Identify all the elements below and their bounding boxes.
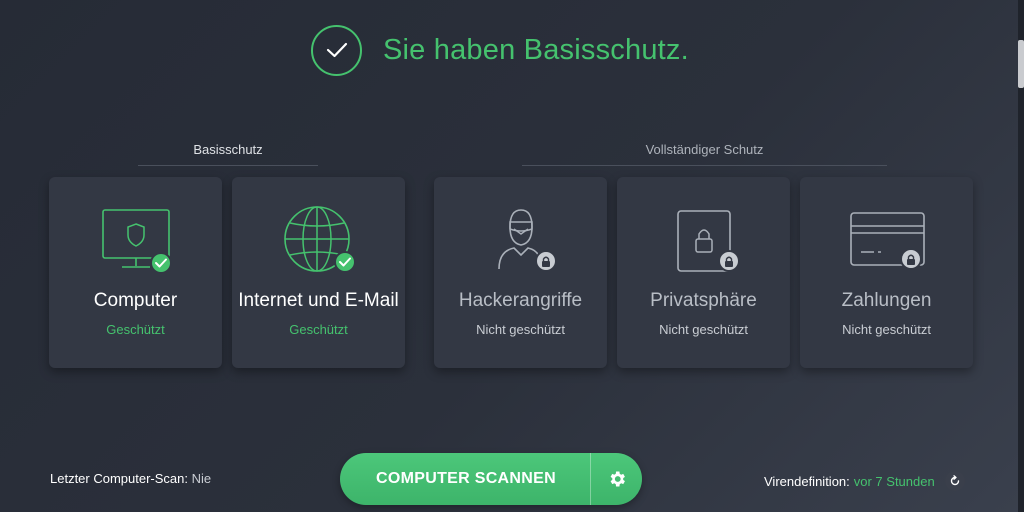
- virus-def-label: Virendefinition:: [764, 473, 850, 489]
- card-title: Hackerangriffe: [458, 290, 583, 311]
- last-scan-info: Letzter Computer-Scan: Nie: [50, 471, 211, 486]
- scrollbar[interactable]: [1018, 0, 1024, 512]
- virus-definition-info: Virendefinition: vor 7 Stunden: [764, 471, 965, 491]
- card-internet-email[interactable]: Internet und E-Mail Geschützt: [232, 177, 405, 368]
- monitor-shield-icon: [49, 205, 222, 275]
- computer-scan-button[interactable]: COMPUTER SCANNEN: [340, 453, 590, 505]
- section-label-basic: Basisschutz: [193, 142, 263, 157]
- section-divider-full: [522, 165, 887, 166]
- card-status: Nicht geschützt: [842, 322, 931, 337]
- section-label-full: Vollständiger Schutz: [645, 142, 764, 157]
- card-status: Geschützt: [289, 322, 348, 337]
- gear-icon: [610, 471, 625, 487]
- credit-card-icon: [800, 205, 973, 275]
- scrollbar-thumb[interactable]: [1018, 40, 1024, 88]
- status-title: Sie haben Basisschutz.: [383, 33, 689, 66]
- padlock-icon: [617, 205, 790, 275]
- protection-status-header: Sie haben Basisschutz.: [311, 22, 689, 78]
- last-scan-label: Letzter Computer-Scan:: [50, 471, 189, 486]
- card-payments[interactable]: Zahlungen Nicht geschützt: [800, 177, 973, 368]
- card-status: Geschützt: [106, 322, 165, 337]
- card-privacy[interactable]: Privatsphäre Nicht geschützt: [617, 177, 790, 368]
- section-divider-basic: [138, 165, 318, 166]
- status-check-icon: [311, 24, 362, 76]
- last-scan-value: Nie: [191, 471, 212, 486]
- card-status: Nicht geschützt: [659, 322, 748, 337]
- hacker-icon: [434, 205, 607, 275]
- refresh-icon[interactable]: [944, 471, 965, 491]
- card-status: Nicht geschützt: [476, 322, 565, 337]
- virus-def-value[interactable]: vor 7 Stunden: [854, 474, 935, 489]
- card-title: Internet und E-Mail: [238, 290, 399, 311]
- globe-icon: [232, 205, 405, 275]
- scan-settings-button[interactable]: [591, 453, 642, 505]
- card-title: Privatsphäre: [650, 290, 757, 311]
- scan-button-group: COMPUTER SCANNEN: [340, 453, 642, 505]
- card-hacker-attacks[interactable]: Hackerangriffe Nicht geschützt: [434, 177, 607, 368]
- card-title: Zahlungen: [841, 290, 932, 311]
- card-computer[interactable]: Computer Geschützt: [49, 177, 222, 368]
- card-title: Computer: [93, 290, 178, 311]
